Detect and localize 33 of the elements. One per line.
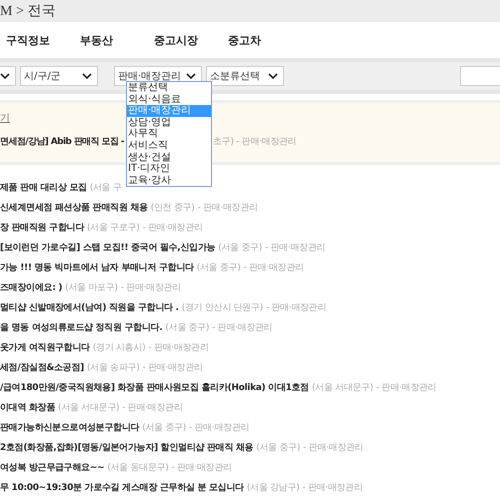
- post-category: - 판매·매장관리: [212, 322, 272, 334]
- post-category: - 판매·매장관리: [142, 362, 203, 374]
- post-category: - 판매·매장관리: [198, 202, 258, 214]
- post-location: (서울 서대문구): [58, 402, 120, 414]
- post-location: (경기 시흥시): [92, 342, 146, 354]
- post-location: (서울 구로구): [86, 222, 140, 234]
- post-location: (서울 중구): [165, 322, 210, 334]
- post-category: - 판매·매장관리: [376, 382, 436, 394]
- post-location: (인천 중구): [150, 202, 194, 214]
- post-location: (서울 중구): [196, 262, 241, 274]
- post-category: - 판매·매장관리: [244, 262, 304, 274]
- post-location: (서울 구: [90, 182, 122, 194]
- post-location: (서울 중구): [218, 242, 262, 254]
- post-category: - 판매·매장관리: [120, 282, 181, 294]
- post-category: - 판매·매장관리: [302, 482, 363, 494]
- post-location: (서울 서대문구): [312, 382, 374, 394]
- post-category: - 판매·매장관리: [122, 402, 183, 414]
- post-location: (서울 동대문구): [107, 462, 169, 474]
- post-location: (서울 중구): [142, 422, 186, 434]
- post-category: - 판매·매장관리: [142, 222, 203, 234]
- post-location: (서울 마포구): [65, 282, 118, 294]
- post-category: - 판매·매장관리: [189, 422, 250, 434]
- post-meta: 초구) - 판매·매장관리: [213, 136, 296, 148]
- post-category: - 판매·매장관리: [148, 342, 209, 354]
- post-location: (서울 중구): [256, 442, 300, 454]
- post-category: - 판매·매장관리: [172, 462, 232, 474]
- post-category: - 판매·매장관리: [266, 302, 326, 314]
- post-category: - 판매·매장관리: [303, 442, 364, 454]
- breadcrumb: M > 전국: [0, 3, 56, 20]
- post-location: (서울 송파구): [86, 362, 140, 374]
- post-location: (경기 안산시 단원구): [182, 302, 263, 314]
- post-location: (서울 강남구): [246, 482, 300, 494]
- post-category: - 판매·매장관리: [265, 242, 326, 254]
